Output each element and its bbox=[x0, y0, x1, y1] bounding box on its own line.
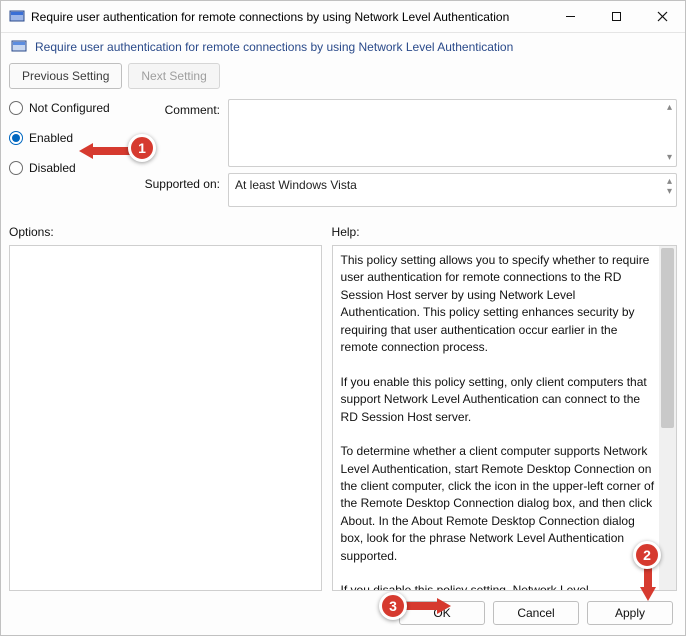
radio-label: Disabled bbox=[29, 161, 76, 175]
maximize-button[interactable] bbox=[593, 1, 639, 32]
options-label: Options: bbox=[9, 225, 322, 239]
radio-icon bbox=[9, 101, 23, 115]
scroll-up-icon[interactable]: ▴ bbox=[667, 103, 672, 113]
radio-icon bbox=[9, 161, 23, 175]
radio-not-configured[interactable]: Not Configured bbox=[9, 101, 129, 115]
state-radio-group: Not Configured Enabled Disabled bbox=[9, 99, 129, 175]
policy-dialog: Require user authentication for remote c… bbox=[0, 0, 686, 636]
close-button[interactable] bbox=[639, 1, 685, 32]
ok-button[interactable]: OK bbox=[399, 601, 485, 625]
policy-title: Require user authentication for remote c… bbox=[35, 40, 513, 54]
radio-enabled[interactable]: Enabled bbox=[9, 131, 129, 145]
subheader: Require user authentication for remote c… bbox=[1, 33, 685, 57]
scroll-arrows-icon[interactable]: ▴▾ bbox=[667, 177, 672, 197]
radio-label: Not Configured bbox=[29, 101, 110, 115]
next-setting-button[interactable]: Next Setting bbox=[128, 63, 219, 89]
window-title: Require user authentication for remote c… bbox=[31, 10, 547, 24]
scrollbar-thumb[interactable] bbox=[661, 248, 674, 428]
nav-buttons: Previous Setting Next Setting bbox=[1, 57, 685, 99]
radio-icon bbox=[9, 131, 23, 145]
apply-button[interactable]: Apply bbox=[587, 601, 673, 625]
comment-label: Comment: bbox=[131, 99, 226, 117]
cancel-button[interactable]: Cancel bbox=[493, 601, 579, 625]
supported-on-field: At least Windows Vista ▴▾ bbox=[228, 173, 677, 207]
radio-disabled[interactable]: Disabled bbox=[9, 161, 129, 175]
policy-icon bbox=[11, 39, 27, 55]
scrollbar[interactable] bbox=[659, 246, 676, 590]
help-label: Help: bbox=[332, 225, 677, 239]
dialog-footer: OK Cancel Apply bbox=[1, 591, 685, 635]
policy-icon bbox=[9, 9, 25, 25]
help-text: This policy setting allows you to specif… bbox=[333, 246, 676, 590]
supported-on-label: Supported on: bbox=[131, 173, 226, 191]
options-panel[interactable] bbox=[9, 245, 322, 591]
radio-label: Enabled bbox=[29, 131, 73, 145]
help-panel: This policy setting allows you to specif… bbox=[332, 245, 677, 591]
titlebar: Require user authentication for remote c… bbox=[1, 1, 685, 33]
comment-textarea[interactable]: ▴ ▾ bbox=[228, 99, 677, 167]
previous-setting-button[interactable]: Previous Setting bbox=[9, 63, 122, 89]
system-buttons bbox=[547, 1, 685, 32]
scroll-down-icon[interactable]: ▾ bbox=[667, 153, 672, 163]
supported-on-value: At least Windows Vista bbox=[235, 178, 357, 192]
minimize-button[interactable] bbox=[547, 1, 593, 32]
